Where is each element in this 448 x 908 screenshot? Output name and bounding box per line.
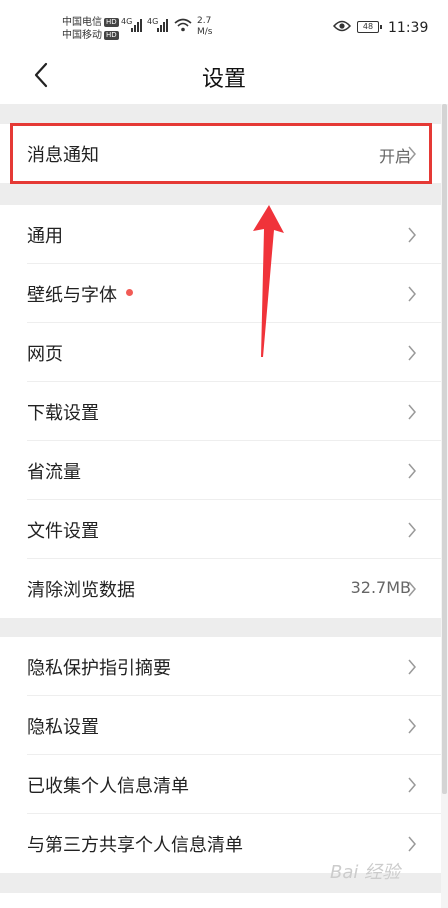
setting-value: 32.7MB <box>350 578 411 597</box>
watermark: Bai 经验 <box>330 862 401 883</box>
chevron-right-icon <box>408 522 416 538</box>
header: 设置 <box>0 46 448 104</box>
signal-icon <box>157 18 171 32</box>
setting-row-download[interactable]: 下载设置 <box>0 382 441 441</box>
setting-row-clear-browsing-data[interactable]: 清除浏览数据 32.7MB <box>0 559 441 618</box>
setting-label: 隐私设置 <box>27 717 99 738</box>
red-dot-badge <box>126 288 133 296</box>
setting-label-text: 壁纸与字体 <box>27 285 117 306</box>
setting-label: 与第三方共享个人信息清单 <box>27 835 243 856</box>
carrier-2: 中国移动 <box>62 30 102 41</box>
chevron-right-icon <box>408 227 416 243</box>
speed-value: 2.7 <box>197 16 212 26</box>
carrier-info: 中国电信 HD 中国移动 HD <box>62 16 119 42</box>
setting-label: 清除浏览数据 <box>27 580 135 601</box>
speed-unit: M/s <box>197 27 213 37</box>
setting-row-wallpaper-font[interactable]: 壁纸与字体 <box>0 264 441 323</box>
clock: 11:39 <box>388 20 429 36</box>
setting-row-privacy-summary[interactable]: 隐私保护指引摘要 <box>0 637 441 696</box>
setting-row-data-saver[interactable]: 省流量 <box>0 441 441 500</box>
scrollbar-thumb[interactable] <box>442 104 447 794</box>
chevron-right-icon <box>408 581 416 597</box>
setting-row-webpage[interactable]: 网页 <box>0 323 441 382</box>
annotation-arrow-icon <box>253 205 284 357</box>
status-bar: 中国电信 HD 中国移动 HD 4G 4G 2.7 M/s 48 11:39 <box>0 0 448 46</box>
setting-label: 通用 <box>27 226 63 247</box>
setting-label: 已收集个人信息清单 <box>27 776 189 797</box>
setting-label: 文件设置 <box>27 521 99 542</box>
setting-label: 网页 <box>27 344 63 365</box>
chevron-right-icon <box>408 836 416 852</box>
chevron-right-icon <box>408 463 416 479</box>
chevron-right-icon <box>408 659 416 675</box>
highlight-box <box>10 123 432 184</box>
setting-row-general[interactable]: 通用 <box>0 205 441 264</box>
settings-group-general: 通用 壁纸与字体 网页 下载设置 省流量 文件设置 清除浏览数据 32.7MB <box>0 205 441 618</box>
eye-icon <box>333 20 351 32</box>
settings-group-more <box>0 893 441 908</box>
chevron-right-icon <box>408 777 416 793</box>
signal-icon <box>131 18 145 32</box>
chevron-right-icon <box>408 718 416 734</box>
setting-label: 下载设置 <box>27 403 99 424</box>
page-title: 设置 <box>201 67 246 92</box>
wifi-icon <box>174 18 192 32</box>
chevron-right-icon <box>408 404 416 420</box>
settings-group-privacy: 隐私保护指引摘要 隐私设置 已收集个人信息清单 与第三方共享个人信息清单 <box>0 637 441 873</box>
setting-row-privacy-settings[interactable]: 隐私设置 <box>0 696 441 755</box>
setting-row-file[interactable]: 文件设置 <box>0 500 441 559</box>
hd-badge: HD <box>104 30 119 40</box>
chevron-right-icon <box>408 286 416 302</box>
battery-icon: 48 <box>357 21 382 33</box>
setting-row-collected-info[interactable]: 已收集个人信息清单 <box>0 755 441 814</box>
carrier-1: 中国电信 <box>62 17 102 28</box>
hd-badge: HD <box>104 17 119 27</box>
network-speed: 2.7 M/s <box>197 16 213 38</box>
setting-label: 省流量 <box>27 462 81 483</box>
setting-label: 隐私保护指引摘要 <box>27 658 171 679</box>
setting-label: 壁纸与字体 <box>27 281 133 307</box>
chevron-right-icon <box>408 345 416 361</box>
